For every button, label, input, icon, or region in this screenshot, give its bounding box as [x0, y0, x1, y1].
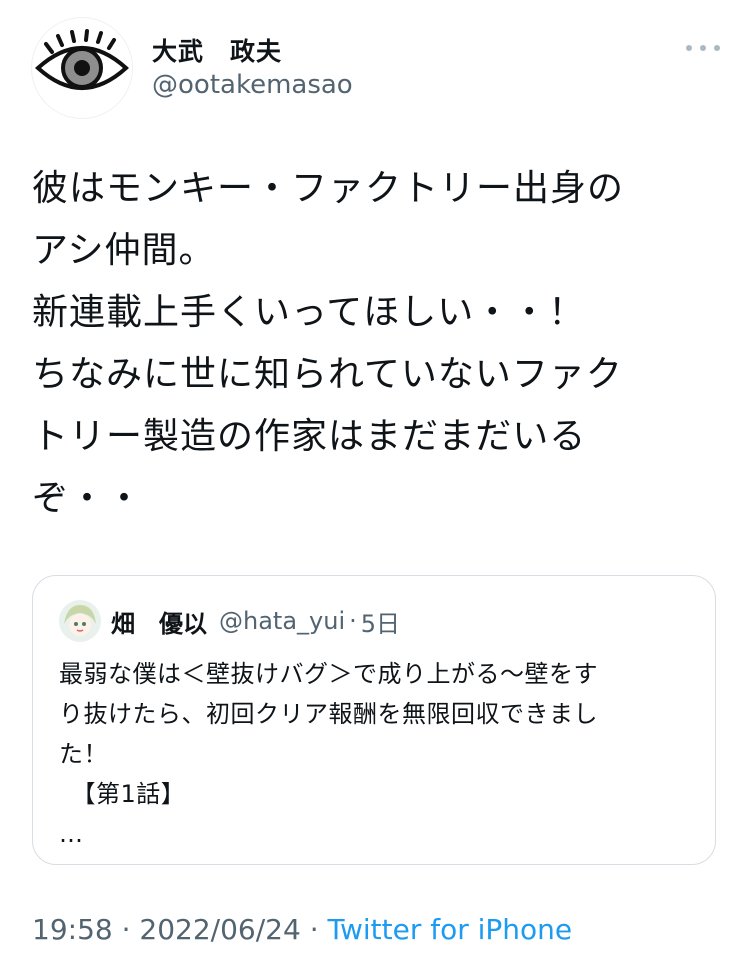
quoted-tweet[interactable]: 畑 優以 @hata_yui · 5日 最弱な僕は＜壁抜けバグ＞で成り上がる〜壁… — [32, 575, 716, 865]
source-link[interactable]: Twitter for iPhone — [328, 913, 573, 946]
quoted-avatar[interactable] — [59, 600, 101, 642]
author-handle[interactable]: @ootakemasao — [152, 70, 353, 100]
quoted-text: 最弱な僕は＜壁抜けバグ＞で成り上がる〜壁をす り抜けたら、初回クリア報酬を無限回… — [59, 660, 598, 848]
dot — [714, 45, 720, 51]
more-options-icon[interactable] — [686, 40, 720, 56]
tweet-meta: 19:58 · 2022/06/24 · Twitter for iPhone — [32, 913, 572, 946]
separator: · — [112, 913, 140, 946]
quoted-handle[interactable]: @hata_yui — [219, 607, 345, 635]
dot — [700, 45, 706, 51]
character-avatar-icon — [59, 600, 101, 642]
author-avatar[interactable] — [32, 18, 132, 118]
tweet-time[interactable]: 19:58 — [32, 913, 113, 946]
quoted-header: 畑 優以 @hata_yui · 5日 — [59, 599, 400, 643]
separator: · — [300, 913, 328, 946]
quoted-name[interactable]: 畑 優以 — [111, 604, 207, 639]
separator: · — [349, 607, 357, 635]
eye-icon — [35, 29, 129, 90]
quoted-time[interactable]: 5日 — [361, 604, 400, 639]
author-name[interactable]: 大武 政夫 — [152, 32, 282, 68]
tweet-date[interactable]: 2022/06/24 — [139, 913, 300, 946]
dot — [686, 45, 692, 51]
tweet-text: 彼はモンキー・ファクトリー出身の アシ仲間。 新連載上手くいってほしい・・！ ち… — [32, 168, 625, 519]
